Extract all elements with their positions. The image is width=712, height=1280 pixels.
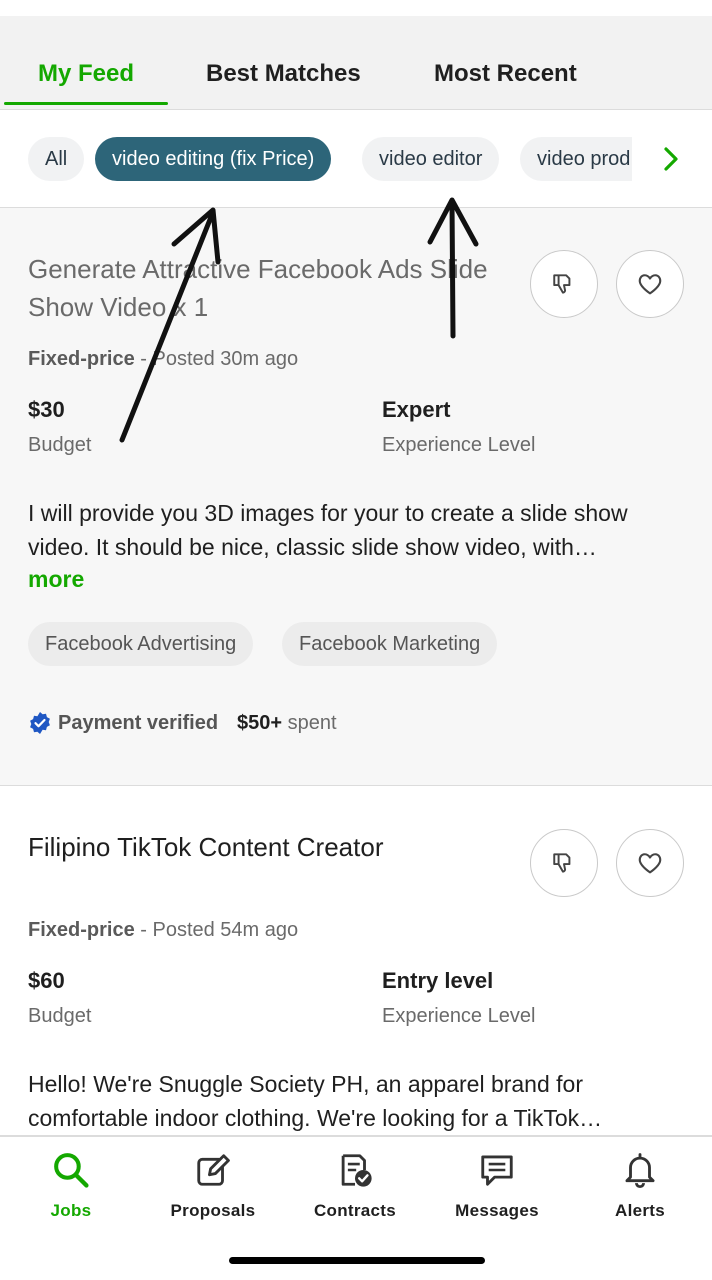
client-spent: $50+ spent: [237, 712, 337, 735]
skill-tag[interactable]: Facebook Advertising: [28, 622, 254, 666]
job-meta: Fixed-price - Posted 30m ago: [28, 348, 298, 371]
job-meta: Fixed-price - Posted 54m ago: [28, 919, 298, 942]
chevron-right-icon[interactable]: [656, 144, 686, 174]
job-description: I will provide you 3D images for your to…: [28, 500, 628, 560]
thumbs-down-icon: [553, 853, 571, 873]
thumbs-down-icon: [553, 274, 571, 294]
budget-label: Budget: [28, 1005, 92, 1027]
budget-value: $30: [28, 397, 65, 422]
feed-tabs: My Feed Best Matches Most Recent: [0, 16, 712, 110]
experience-label: Experience Level: [382, 434, 536, 456]
job-title[interactable]: Filipino TikTok Content Creator: [28, 828, 498, 866]
experience-label: Experience Level: [382, 1005, 536, 1027]
status-bar-area: [0, 0, 712, 16]
nav-label: Alerts: [615, 1201, 665, 1220]
tab-most-recent[interactable]: Most Recent: [434, 60, 577, 88]
spent-label: spent: [282, 712, 337, 734]
budget-value: $60: [28, 968, 65, 993]
tab-my-feed[interactable]: My Feed: [38, 60, 134, 88]
job-description: Hello! We're Snuggle Society PH, an appa…: [28, 1071, 603, 1131]
nav-label: Proposals: [170, 1201, 256, 1220]
heart-icon: [638, 853, 662, 874]
home-indicator: [229, 1257, 485, 1264]
nav-label: Jobs: [50, 1201, 92, 1220]
payment-status-text: Payment verified: [58, 711, 219, 734]
job-type: Fixed-price: [28, 919, 135, 941]
chip-video-editor[interactable]: video editor: [362, 137, 500, 181]
tab-best-matches[interactable]: Best Matches: [206, 60, 361, 88]
search-icon: [54, 1153, 89, 1188]
saved-search-chips: All video editing (fix Price) video edit…: [0, 110, 712, 208]
save-job-button[interactable]: [616, 250, 684, 318]
edit-icon: [197, 1154, 230, 1186]
job-card[interactable]: Generate Attractive Facebook Ads Slide S…: [0, 208, 712, 786]
experience-value: Entry level: [382, 968, 494, 993]
chip-video-editing-fix-price[interactable]: video editing (fix Price): [95, 137, 332, 181]
posted-time: - Posted 30m ago: [134, 348, 299, 370]
experience-value: Expert: [382, 397, 451, 422]
more-link[interactable]: more: [28, 566, 84, 593]
nav-jobs[interactable]: Jobs: [11, 1151, 131, 1221]
bell-icon: [625, 1153, 655, 1189]
skill-tag[interactable]: Facebook Marketing: [282, 622, 498, 666]
budget-label: Budget: [28, 434, 92, 456]
nav-messages[interactable]: Messages: [437, 1151, 557, 1221]
active-tab-indicator: [4, 102, 168, 105]
nav-alerts[interactable]: Alerts: [580, 1151, 700, 1221]
job-card[interactable]: Filipino TikTok Content Creator Fixed-pr…: [0, 786, 712, 1136]
nav-proposals[interactable]: Proposals: [153, 1151, 273, 1221]
nav-label: Messages: [455, 1201, 539, 1220]
job-title[interactable]: Generate Attractive Facebook Ads Slide S…: [28, 250, 498, 326]
payment-verified: Payment verified: [28, 711, 218, 735]
nav-label: Contracts: [313, 1201, 397, 1220]
nav-contracts[interactable]: Contracts: [295, 1151, 415, 1221]
dislike-button[interactable]: [530, 829, 598, 897]
posted-time: - Posted 54m ago: [134, 919, 299, 941]
save-job-button[interactable]: [616, 829, 684, 897]
dislike-button[interactable]: [530, 250, 598, 318]
chip-video-prod[interactable]: video prod: [520, 137, 632, 181]
job-type: Fixed-price: [28, 348, 135, 370]
spent-amount: $50+: [237, 712, 283, 734]
chip-all[interactable]: All: [28, 137, 85, 181]
heart-icon: [638, 274, 662, 295]
verified-badge-icon: [30, 712, 50, 734]
message-icon: [481, 1155, 513, 1186]
contract-icon: [341, 1154, 372, 1187]
